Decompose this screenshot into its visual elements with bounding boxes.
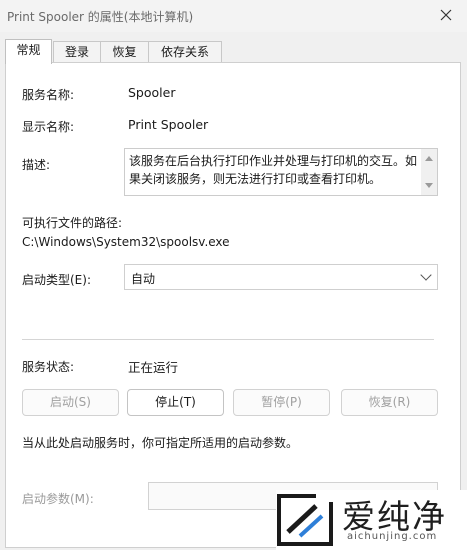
display-name-label: 显示名称: — [22, 120, 75, 134]
display-name-value: Print Spooler — [128, 117, 209, 132]
exe-path-label: 可执行文件的路径: — [22, 216, 123, 230]
watermark-logo-icon — [277, 492, 334, 546]
tab-recovery[interactable]: 恢复 — [100, 41, 149, 63]
service-status-value: 正在运行 — [128, 360, 179, 375]
window-title: Print Spooler 的属性(本地计算机) — [7, 10, 194, 24]
start-params-label: 启动参数(M): — [22, 492, 94, 506]
description-label: 描述: — [22, 158, 51, 172]
scroll-down-icon[interactable] — [425, 183, 433, 188]
description-text: 该服务在后台执行打印作业并处理与打印机的交互。如果关闭该服务，则无法进行打印或查… — [129, 154, 418, 186]
exe-path-value: C:\Windows\System32\spoolsv.exe — [22, 235, 230, 249]
tab-logon[interactable]: 登录 — [53, 41, 101, 63]
watermark-url: aichunjing.com — [347, 531, 438, 542]
service-status-label: 服务状态: — [22, 360, 75, 374]
service-name-label: 服务名称: — [22, 88, 75, 102]
service-name-value: Spooler — [128, 85, 176, 100]
close-icon[interactable] — [432, 4, 460, 26]
startup-type-value: 自动 — [131, 272, 156, 286]
title-bar: Print Spooler 的属性(本地计算机) — [0, 0, 467, 32]
description-textbox[interactable]: 该服务在后台执行打印作业并处理与打印机的交互。如果关闭该服务，则无法进行打印或查… — [124, 148, 438, 196]
scroll-up-icon[interactable] — [425, 156, 433, 161]
chevron-down-icon — [420, 269, 432, 281]
watermark: 爱纯净 aichunjing.com — [276, 490, 467, 550]
startup-type-select[interactable]: 自动 — [124, 264, 438, 290]
startup-type-label: 启动类型(E): — [22, 273, 91, 287]
tab-general[interactable]: 常规 — [5, 39, 52, 64]
description-scrollbar[interactable] — [421, 149, 437, 195]
start-params-hint: 当从此处启动服务时，你可指定所适用的启动参数。 — [22, 436, 299, 450]
tab-dependencies[interactable]: 依存关系 — [148, 41, 222, 63]
pause-button[interactable]: 暂停(P) — [233, 389, 330, 416]
stop-button[interactable]: 停止(T) — [127, 389, 224, 416]
separator — [22, 339, 434, 340]
resume-button[interactable]: 恢复(R) — [341, 389, 438, 416]
start-button[interactable]: 启动(S) — [22, 389, 119, 416]
